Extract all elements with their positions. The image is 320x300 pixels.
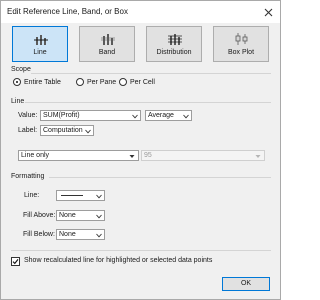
scope-entire-table-radio[interactable]: Entire Table xyxy=(13,77,61,87)
chevron-down-icon xyxy=(96,232,102,238)
checkmark-icon xyxy=(12,259,19,265)
chevron-down-icon xyxy=(96,193,102,199)
box-plot-icon xyxy=(235,32,249,46)
radio-indicator xyxy=(13,78,21,86)
line-style-label: Line: xyxy=(24,192,40,199)
confidence-level-dropdown: 95 xyxy=(141,150,265,161)
fill-below-dropdown[interactable]: None xyxy=(56,229,105,240)
confidence-mode-dropdown[interactable]: Line only xyxy=(18,150,139,161)
recalculated-line-checkbox[interactable] xyxy=(11,257,20,266)
reference-type-selector: Line Band Distribution Box Plot xyxy=(12,26,270,62)
reference-band-icon xyxy=(101,32,115,46)
line-style-dropdown[interactable] xyxy=(56,190,105,201)
label-text: Computation xyxy=(43,127,83,134)
edit-reference-line-dialog: Edit Reference Line, Band, or Box Line B… xyxy=(0,0,281,300)
confidence-mode-text: Line only xyxy=(21,152,50,159)
triangle-down-icon xyxy=(255,153,261,158)
type-label: Distribution xyxy=(156,49,192,56)
chevron-down-icon xyxy=(132,113,138,119)
scope-per-cell-radio[interactable]: Per Cell xyxy=(119,77,155,87)
scope-per-pane-radio[interactable]: Per Pane xyxy=(76,77,116,87)
radio-label: Entire Table xyxy=(24,78,61,86)
value-field-text: SUM(Profit) xyxy=(43,112,80,119)
type-label: Band xyxy=(98,49,116,56)
value-label: Value: xyxy=(18,112,38,119)
formatting-heading: Formatting xyxy=(11,173,45,180)
aggregation-text: Average xyxy=(148,112,174,119)
fill-above-dropdown[interactable]: None xyxy=(56,210,105,221)
label-label: Label: xyxy=(18,127,38,134)
chevron-down-icon xyxy=(96,213,102,219)
type-label: Box Plot xyxy=(227,49,255,56)
confidence-level-text: 95 xyxy=(144,152,152,159)
scope-heading: Scope xyxy=(11,66,31,73)
triangle-down-icon xyxy=(129,153,135,158)
chevron-down-icon xyxy=(183,113,189,119)
radio-label: Per Pane xyxy=(87,78,117,86)
bottom-divider xyxy=(11,250,271,251)
band-type-button[interactable]: Band xyxy=(79,26,135,62)
fill-below-label: Fill Below: xyxy=(23,231,55,238)
distribution-type-button[interactable]: Distribution xyxy=(146,26,202,62)
line-type-button[interactable]: Line xyxy=(12,26,68,62)
ok-button[interactable]: OK xyxy=(222,277,270,291)
fill-below-text: None xyxy=(59,231,76,238)
reference-line-icon xyxy=(34,32,48,46)
radio-indicator xyxy=(76,78,84,86)
box-plot-type-button[interactable]: Box Plot xyxy=(213,26,269,62)
type-label: Line xyxy=(33,49,47,56)
value-field-dropdown[interactable]: SUM(Profit) xyxy=(40,110,141,121)
fill-above-text: None xyxy=(59,212,76,219)
close-icon[interactable] xyxy=(260,4,276,20)
line-heading: Line xyxy=(11,98,25,105)
line-divider xyxy=(25,102,271,103)
title-bar[interactable]: Edit Reference Line, Band, or Box xyxy=(1,1,280,23)
distribution-icon xyxy=(168,32,182,46)
chevron-down-icon xyxy=(85,128,91,134)
scope-divider xyxy=(31,73,271,74)
radio-indicator xyxy=(119,78,127,86)
radio-label: Per Cell xyxy=(130,78,155,86)
aggregation-dropdown[interactable]: Average xyxy=(145,110,192,121)
fill-above-label: Fill Above: xyxy=(23,212,56,219)
formatting-divider xyxy=(49,177,271,178)
dialog-title: Edit Reference Line, Band, or Box xyxy=(7,7,128,16)
recalculated-line-label: Show recalculated line for highlighted o… xyxy=(24,257,213,264)
label-dropdown[interactable]: Computation xyxy=(40,125,94,136)
line-style-swatch xyxy=(61,195,83,196)
